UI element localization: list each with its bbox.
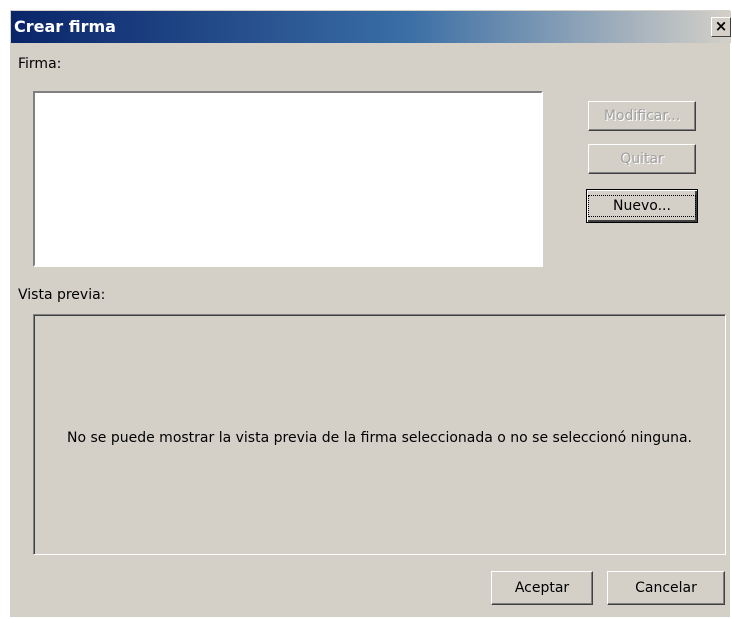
- preview-panel: No se puede mostrar la vista previa de l…: [33, 314, 726, 555]
- signature-list[interactable]: [33, 91, 543, 267]
- create-signature-dialog: Crear firma × Firma: Modificar... Quitar…: [10, 10, 731, 617]
- modify-button[interactable]: Modificar...: [588, 101, 696, 131]
- title-bar[interactable]: Crear firma ×: [11, 11, 731, 43]
- new-button[interactable]: Nuevo...: [586, 189, 698, 223]
- new-button-label: Nuevo...: [588, 195, 696, 217]
- close-icon[interactable]: ×: [711, 17, 731, 37]
- ok-button[interactable]: Aceptar: [491, 571, 593, 605]
- window-title: Crear firma: [14, 17, 116, 36]
- signature-label: Firma:: [18, 56, 62, 72]
- cancel-button[interactable]: Cancelar: [607, 571, 725, 605]
- preview-message: No se puede mostrar la vista previa de l…: [67, 430, 692, 446]
- remove-button[interactable]: Quitar: [588, 144, 696, 174]
- preview-label: Vista previa:: [18, 287, 106, 303]
